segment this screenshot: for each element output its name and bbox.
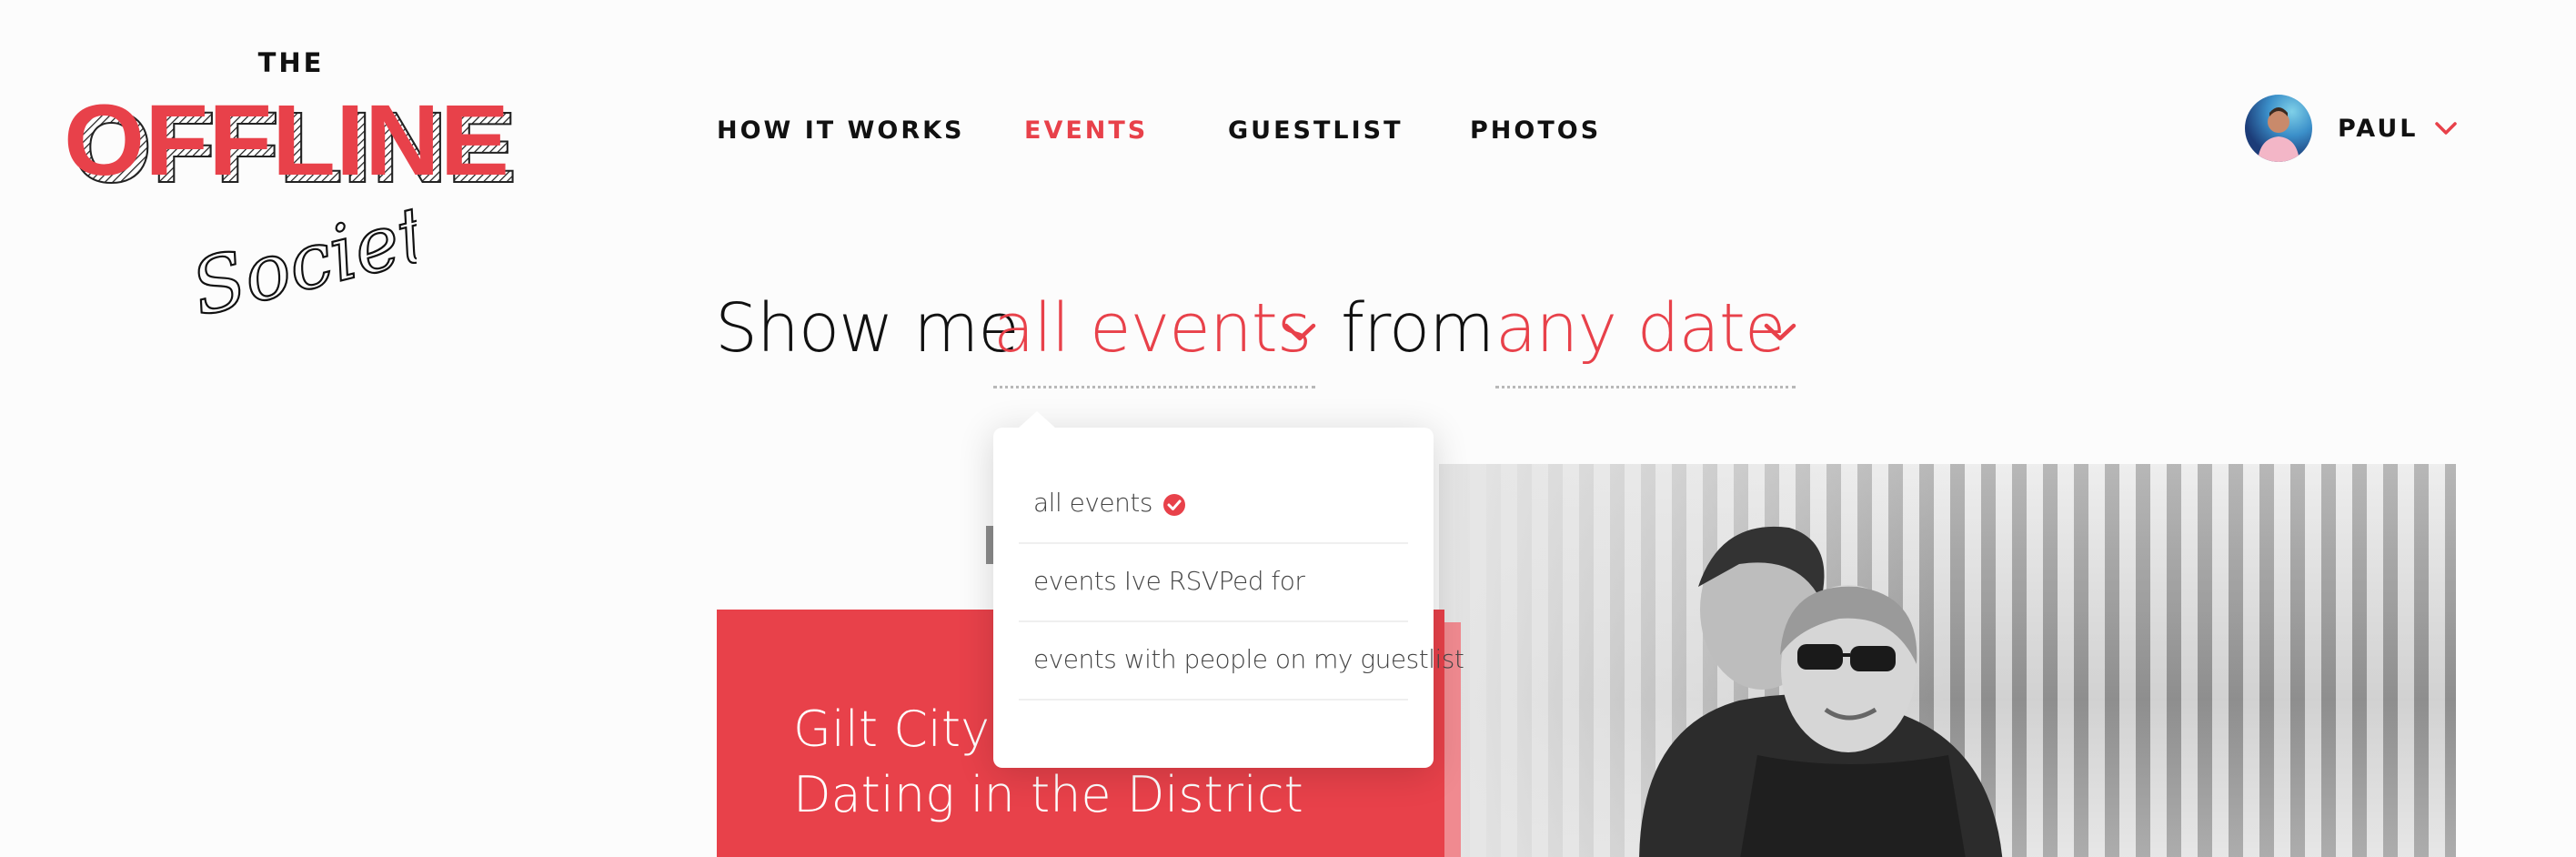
filter-prefix: Show me [715, 289, 1020, 368]
hero-couple-illustration [1639, 526, 2003, 857]
user-name[interactable]: PAUL [2338, 115, 2419, 143]
date-filter-value: any date [1495, 289, 1786, 368]
nav-events[interactable]: EVENTS [1024, 116, 1148, 145]
logo-offline-text: OFFLINE [64, 85, 509, 197]
events-filter-select[interactable]: all events [993, 289, 1316, 388]
events-filter-value: all events [993, 289, 1312, 368]
site-logo[interactable]: THE OFFLINE OFFLINE Society [64, 47, 537, 322]
avatar[interactable] [2245, 95, 2312, 162]
events-filter-dropdown: all events events Ive RSVPed for events … [993, 411, 1464, 768]
dropdown-option-label: events with people on my guestlist [1033, 644, 1464, 674]
svg-text:Society: Society [183, 195, 417, 322]
logo-the-text: THE [257, 47, 325, 78]
event-hero-image [1439, 464, 2456, 857]
dropdown-option-all-events[interactable]: all events [1019, 466, 1408, 544]
check-circle-icon [1163, 494, 1185, 516]
avatar-person-icon [2258, 107, 2299, 162]
dropdown-option-guestlist[interactable]: events with people on my guestlist [1019, 622, 1464, 701]
nav-guestlist[interactable]: GUESTLIST [1228, 116, 1404, 145]
date-filter-select[interactable]: any date [1495, 289, 1796, 388]
dropdown-pointer [1019, 411, 1055, 428]
chevron-down-icon [1764, 323, 1796, 341]
dropdown-option-label: all events [1033, 488, 1152, 518]
chevron-down-icon [1283, 323, 1316, 341]
logo-offline-wordmark: OFFLINE OFFLINE [64, 85, 518, 202]
logo-society-script: Society [182, 195, 417, 322]
dropdown-option-label: events Ive RSVPed for [1033, 566, 1305, 596]
dropdown-option-rsvped[interactable]: events Ive RSVPed for [1019, 544, 1408, 622]
filter-connector: from [1341, 289, 1494, 368]
chevron-down-icon[interactable] [2434, 120, 2458, 136]
nav-how-it-works[interactable]: HOW IT WORKS [717, 116, 965, 145]
nav-photos[interactable]: PHOTOS [1470, 116, 1601, 145]
